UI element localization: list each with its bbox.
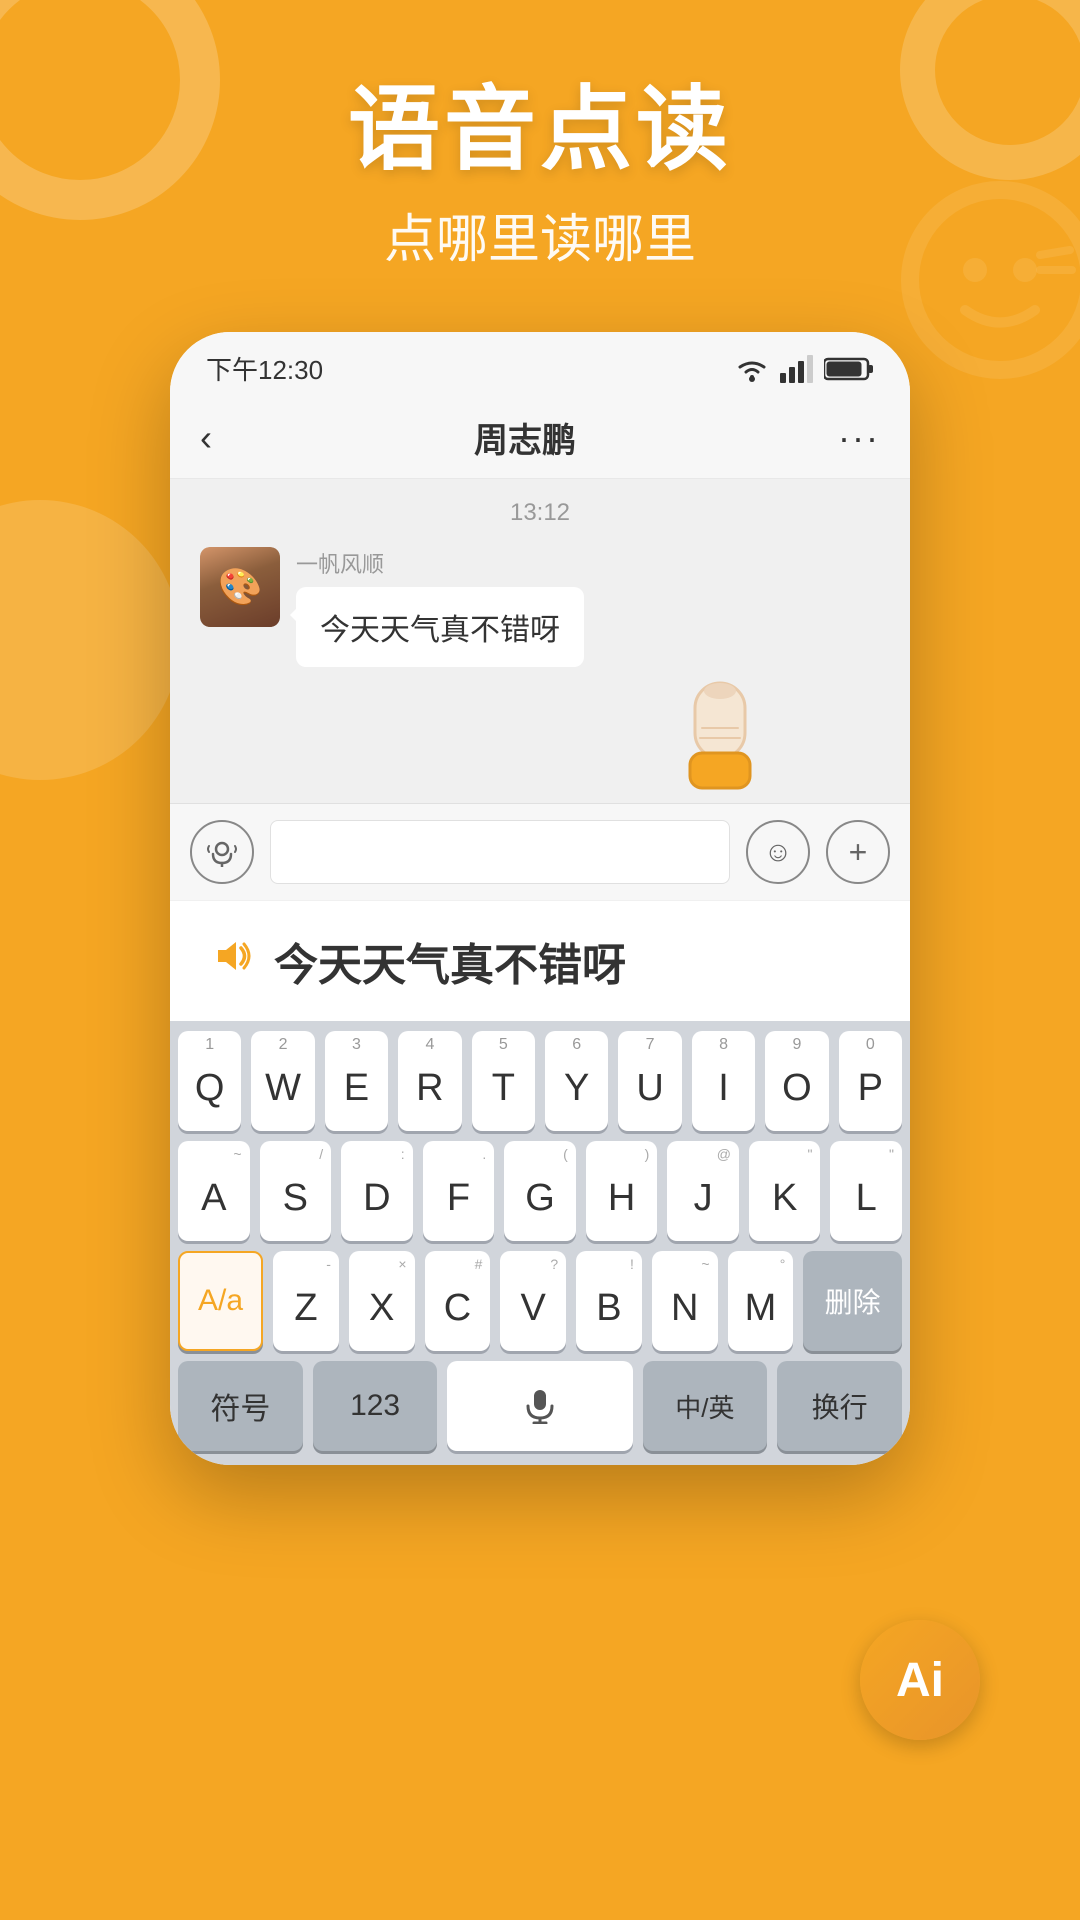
key-M[interactable]: ° M [728, 1251, 794, 1351]
key-N[interactable]: ~ N [652, 1251, 718, 1351]
speaker-icon [210, 934, 254, 988]
key-I[interactable]: 8 I [692, 1031, 755, 1131]
number-key[interactable]: 123 [313, 1361, 438, 1451]
key-E[interactable]: 3 E [325, 1031, 388, 1131]
key-W[interactable]: 2 W [251, 1031, 314, 1131]
message-text: 今天天气真不错呀 [320, 614, 560, 647]
back-button[interactable]: ‹ [200, 417, 212, 459]
key-P[interactable]: 0 P [839, 1031, 902, 1131]
keyboard-row-3: A/a - Z × X # C ? V ! B ~ [178, 1251, 902, 1351]
emoji-icon: ☺ [764, 836, 793, 868]
main-title: 语音点读 [0, 80, 1080, 181]
chat-header: ‹ 周志鹏 ··· [170, 397, 910, 479]
keyboard-row-1: 1 Q 2 W 3 E 4 R 5 T 6 Y [178, 1031, 902, 1131]
signal-icon [780, 355, 814, 383]
key-H[interactable]: ) H [586, 1141, 658, 1241]
language-key[interactable]: 中/英 [643, 1361, 768, 1451]
phone-mockup: 下午12:30 ‹ [170, 332, 910, 1465]
keyboard-row-2: ~ A / S : D . F ( G ) H [178, 1141, 902, 1241]
key-Z[interactable]: - Z [273, 1251, 339, 1351]
key-V[interactable]: ? V [500, 1251, 566, 1351]
key-F[interactable]: . F [423, 1141, 495, 1241]
delete-label: 删除 [825, 1281, 881, 1321]
avatar-image [200, 547, 280, 627]
more-button[interactable]: ··· [838, 417, 880, 459]
key-T[interactable]: 5 T [472, 1031, 535, 1131]
key-R[interactable]: 4 R [398, 1031, 461, 1131]
key-A[interactable]: ~ A [178, 1141, 250, 1241]
key-O[interactable]: 9 O [765, 1031, 828, 1131]
finger-pointer-illustration [660, 673, 780, 813]
chat-title: 周志鹏 [474, 413, 576, 462]
mic-key[interactable] [447, 1361, 632, 1451]
delete-key[interactable]: 删除 [803, 1251, 902, 1351]
message-bubble[interactable]: 今天天气真不错呀 [296, 587, 584, 667]
message-timestamp: 13:12 [200, 499, 880, 527]
voice-button[interactable] [190, 820, 254, 884]
status-bar: 下午12:30 [170, 332, 910, 397]
reading-banner: 今天天气真不错呀 [170, 900, 910, 1021]
key-C[interactable]: # C [425, 1251, 491, 1351]
key-Q[interactable]: 1 Q [178, 1031, 241, 1131]
symbol-key[interactable]: 符号 [178, 1361, 303, 1451]
emoji-button[interactable]: ☺ [746, 820, 810, 884]
key-K[interactable]: " K [749, 1141, 821, 1241]
battery-icon [824, 356, 874, 382]
reading-text: 今天天气真不错呀 [274, 929, 626, 993]
key-J[interactable]: @ J [667, 1141, 739, 1241]
sender-name: 一帆风顺 [296, 547, 584, 579]
keyboard-bottom-row: 符号 123 中/英 换行 [178, 1361, 902, 1451]
key-B[interactable]: ! B [576, 1251, 642, 1351]
wifi-icon [734, 355, 770, 383]
keyboard: 1 Q 2 W 3 E 4 R 5 T 6 Y [170, 1021, 910, 1465]
bg-decoration-circle-mid [0, 500, 180, 780]
voice-icon [207, 837, 237, 867]
mic-icon [522, 1388, 558, 1424]
key-S[interactable]: / S [260, 1141, 332, 1241]
avatar [200, 547, 280, 627]
text-input-field[interactable] [270, 820, 730, 884]
plus-icon: + [849, 834, 868, 871]
plus-button[interactable]: + [826, 820, 890, 884]
header-section: 语音点读 点哪里读哪里 [0, 0, 1080, 272]
key-G[interactable]: ( G [504, 1141, 576, 1241]
chat-area: 13:12 一帆风顺 今天天气真不错呀 [170, 479, 910, 803]
status-icons [734, 355, 874, 383]
key-U[interactable]: 7 U [618, 1031, 681, 1131]
ai-badge[interactable]: Ai [860, 1620, 980, 1740]
chat-input-bar: ☺ + [170, 803, 910, 900]
key-Y[interactable]: 6 Y [545, 1031, 608, 1131]
enter-key[interactable]: 换行 [777, 1361, 902, 1451]
message-content: 一帆风顺 今天天气真不错呀 [296, 547, 584, 667]
key-D[interactable]: : D [341, 1141, 413, 1241]
message-row: 一帆风顺 今天天气真不错呀 [200, 547, 880, 667]
key-X[interactable]: × X [349, 1251, 415, 1351]
shift-key[interactable]: A/a [178, 1251, 263, 1351]
status-time: 下午12:30 [206, 350, 323, 387]
key-L[interactable]: " L [830, 1141, 902, 1241]
sub-title: 点哪里读哪里 [0, 197, 1080, 272]
